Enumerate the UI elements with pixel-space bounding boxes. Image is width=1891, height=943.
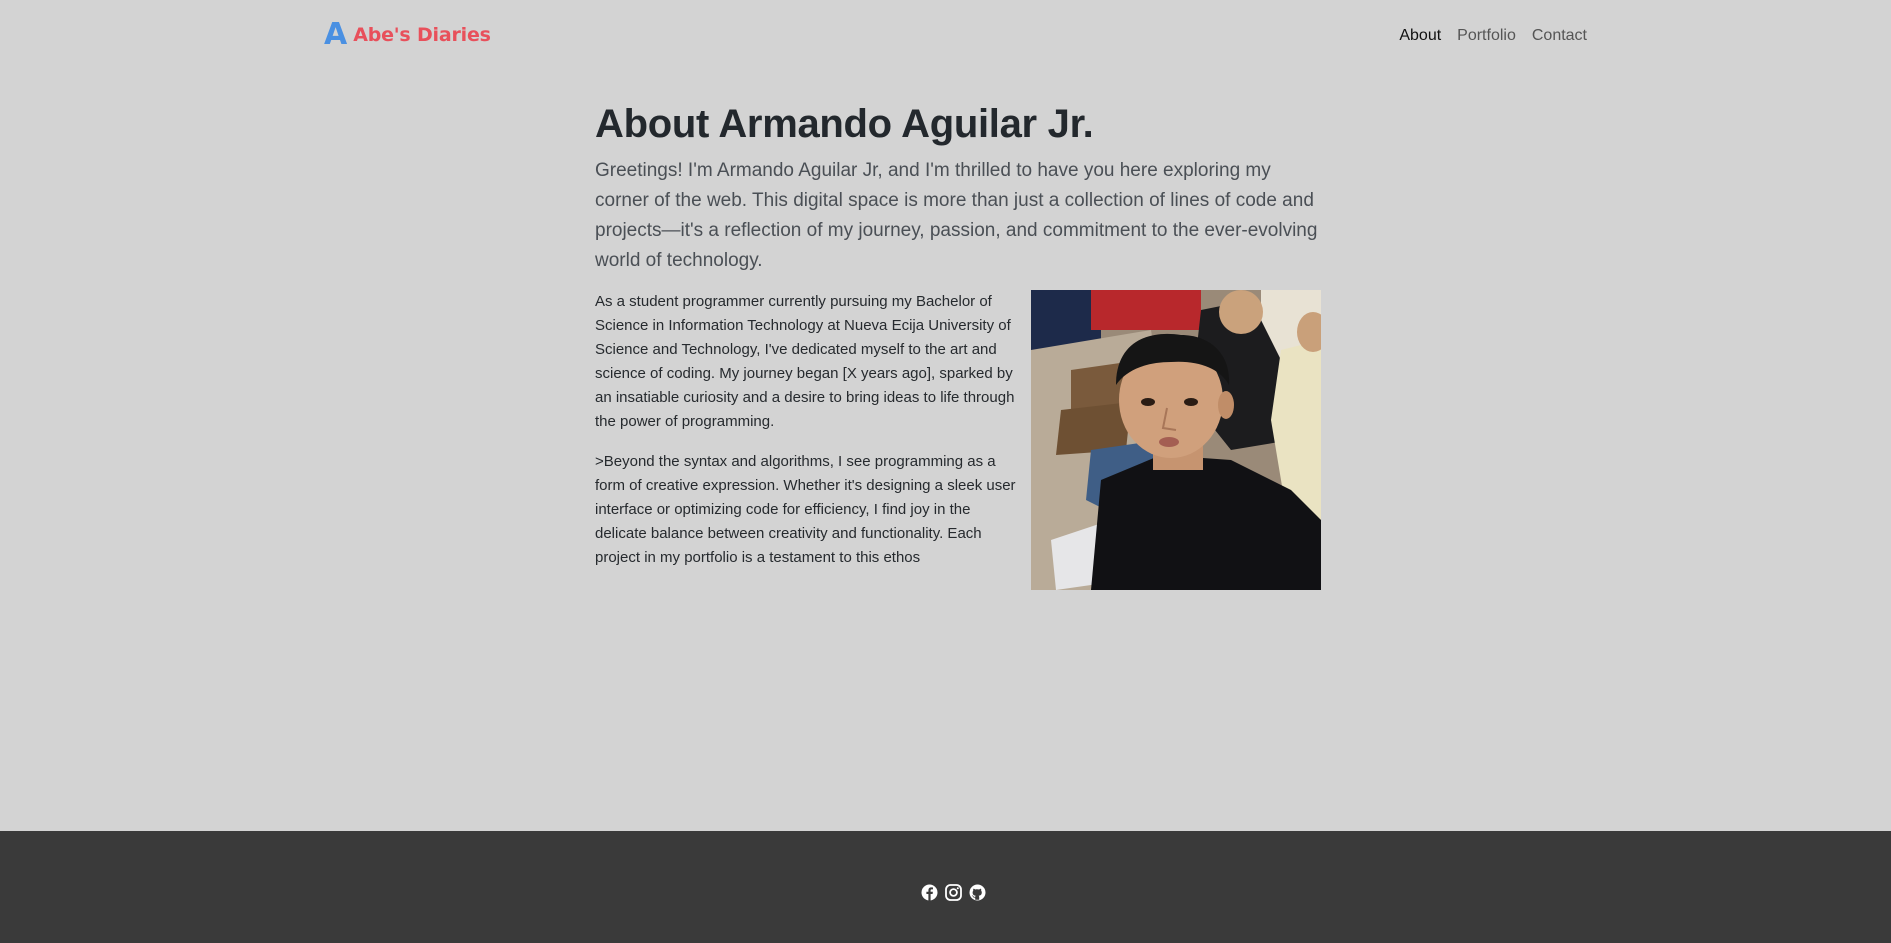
bio-text: As a student programmer currently pursui… (595, 290, 1025, 586)
brand-name: Abe's Diaries (353, 24, 491, 46)
about-section: About Armando Aguilar Jr. Greetings! I'm… (595, 100, 1322, 590)
nav-item-portfolio[interactable]: Portfolio (1457, 26, 1516, 46)
brand-logo-icon: A (324, 17, 348, 52)
facebook-icon[interactable] (921, 884, 938, 901)
page-title: About Armando Aguilar Jr. (595, 102, 1094, 146)
bio-paragraph: >Beyond the syntax and algorithms, I see… (595, 453, 1016, 566)
nav-menu: About Portfolio Contact (1399, 26, 1587, 46)
bio-paragraph: As a student programmer currently pursui… (595, 293, 1015, 430)
navbar: A Abe's Diaries About Portfolio Contact (0, 0, 1891, 72)
intro-lead: Greetings! I'm Armando Aguilar Jr, and I… (595, 160, 1318, 271)
nav-item-about[interactable]: About (1399, 26, 1441, 46)
github-icon[interactable] (969, 884, 986, 901)
profile-photo (1031, 290, 1321, 590)
nav-item-contact[interactable]: Contact (1532, 26, 1587, 46)
social-links (921, 884, 986, 901)
instagram-icon[interactable] (945, 884, 962, 901)
brand-link[interactable]: A Abe's Diaries (324, 20, 491, 50)
